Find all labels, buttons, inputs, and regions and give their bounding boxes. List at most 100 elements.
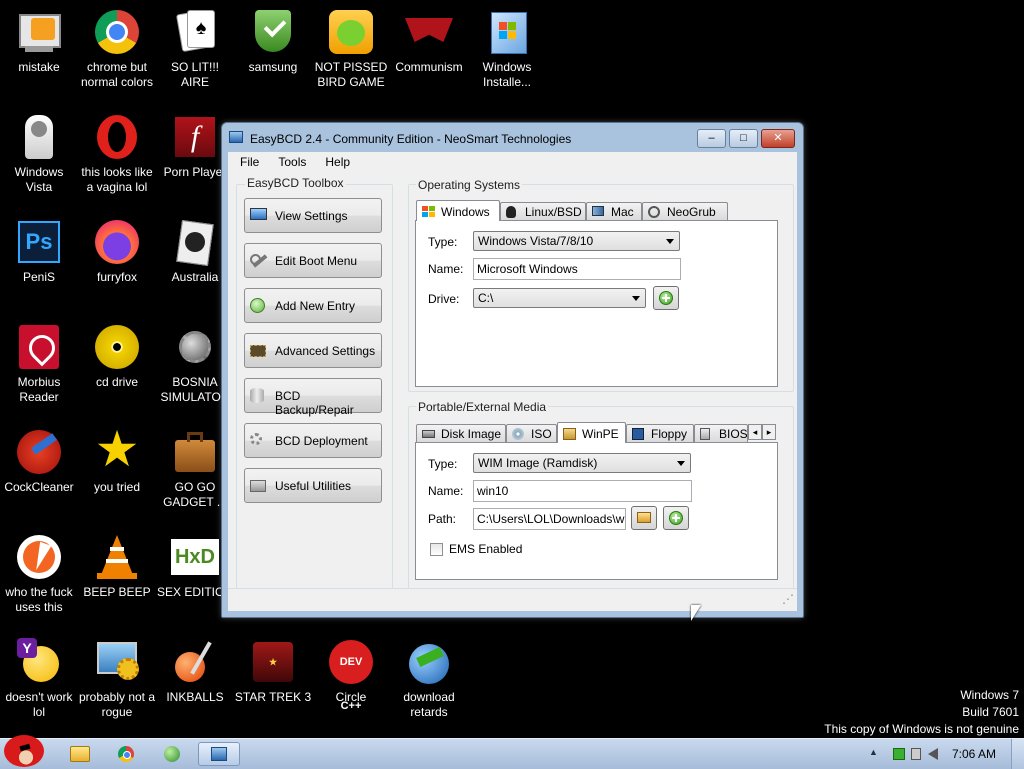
bcd-backup-repair-button[interactable]: BCD Backup/Repair: [244, 378, 382, 417]
tab-label: BIOS: [719, 427, 748, 441]
os-drive-dropdown[interactable]: C:\: [473, 288, 646, 308]
add-media-entry-button[interactable]: [663, 506, 689, 530]
media-name-input[interactable]: win10: [473, 480, 692, 502]
desktop-icon-so-lit[interactable]: ♠ SO LIT!!! AIRE: [156, 0, 234, 90]
media-type-dropdown[interactable]: WIM Image (Ramdisk): [473, 453, 691, 473]
tab-winpe[interactable]: WinPE: [557, 422, 626, 443]
desktop-icon-probably-not-rogue[interactable]: probably not a rogue: [78, 630, 156, 720]
yahoo-messenger-icon: Y: [15, 638, 63, 686]
start-button[interactable]: [0, 733, 52, 769]
menu-file[interactable]: File: [233, 152, 266, 172]
easybcd-app-icon: [229, 131, 243, 145]
desktop-icon-star-trek-3[interactable]: ★ STAR TREK 3: [234, 630, 312, 705]
folder-browse-icon: [637, 512, 651, 523]
menu-tools[interactable]: Tools: [271, 152, 313, 172]
network-icon[interactable]: [911, 748, 921, 760]
spider-solitaire-icon: [171, 218, 219, 267]
taskbar-chrome[interactable]: [106, 742, 146, 766]
desktop-icon-you-tried[interactable]: ★ you tried: [78, 420, 156, 495]
show-hidden-icons-button[interactable]: ▲: [869, 747, 878, 757]
input-value: C:\Users\LOL\Downloads\wir: [477, 512, 626, 526]
tab-mac[interactable]: Mac: [586, 202, 642, 220]
tab-label: NeoGrub: [667, 205, 716, 219]
star-icon: ★: [94, 421, 140, 477]
tab-linux-bsd[interactable]: Linux/BSD: [500, 202, 586, 220]
desktop-icon-windows-vista[interactable]: Windows Vista: [0, 105, 78, 195]
desktop-icon-morbius-reader[interactable]: Morbius Reader: [0, 315, 78, 405]
spiked-mine-icon: [171, 323, 219, 371]
title-bar[interactable]: EasyBCD 2.4 - Community Edition - NeoSma…: [222, 123, 803, 153]
desktop-icon-who-uses-this[interactable]: who the fuck uses this: [0, 525, 78, 615]
menu-help[interactable]: Help: [318, 152, 357, 172]
package-box-icon: [563, 428, 576, 440]
tab-scroll-left-button[interactable]: ◂: [748, 424, 762, 440]
os-type-dropdown[interactable]: Windows Vista/7/8/10: [473, 231, 680, 251]
tab-disk-image[interactable]: Disk Image: [416, 424, 506, 442]
desktop-icon-beep-beep[interactable]: BEEP BEEP: [78, 525, 156, 600]
media-name-label: Name:: [428, 484, 464, 498]
vlc-cone-icon: [93, 533, 141, 581]
tab-label: Mac: [611, 205, 634, 219]
desktop-icon-download-retards[interactable]: download retards: [390, 630, 468, 720]
chrome-icon: [93, 8, 141, 56]
desktop-icon-samsung[interactable]: samsung: [234, 0, 312, 75]
taskbar: ▲ 7:06 AM: [0, 735, 1024, 769]
desktop-icon-label: PeniS: [22, 270, 56, 284]
firefox-icon: [93, 218, 141, 266]
maximize-button[interactable]: □: [729, 129, 758, 148]
taskbar-media-player[interactable]: [152, 742, 192, 766]
taskbar-easybcd-active[interactable]: [198, 742, 240, 766]
desktop-icon-doesnt-work[interactable]: Y doesn't work lol: [0, 630, 78, 720]
angry-bird-start-icon: [4, 735, 44, 767]
volume-icon[interactable]: [928, 748, 938, 760]
disc-icon: [512, 428, 525, 440]
tab-neogrub[interactable]: NeoGrub: [642, 202, 728, 220]
add-new-entry-button[interactable]: Add New Entry: [244, 288, 382, 323]
battery-icon[interactable]: [893, 748, 905, 760]
resize-grip-icon[interactable]: ⋰: [782, 592, 794, 606]
close-button[interactable]: ✕: [761, 129, 795, 148]
desktop-icon-inkballs[interactable]: INKBALLS: [156, 630, 234, 705]
os-tabstrip: Windows Linux/BSD Mac NeoGrub: [416, 200, 776, 221]
clock[interactable]: 7:06 AM: [952, 747, 996, 761]
media-tabstrip: Disk Image ISO WinPE Floppy BIOS ◂ ▸: [416, 422, 776, 443]
tab-floppy[interactable]: Floppy: [626, 424, 694, 442]
tab-scroll-right-button[interactable]: ▸: [762, 424, 776, 440]
desktop-icon-communism[interactable]: Communism: [390, 0, 468, 75]
desktop-icon-penis[interactable]: Ps PeniS: [0, 210, 78, 285]
star-wars-game-icon: ★: [249, 638, 297, 686]
os-name-input[interactable]: Microsoft Windows: [473, 258, 681, 280]
desktop-icon-mistake[interactable]: mistake: [0, 0, 78, 75]
os-drive-label: Drive:: [428, 292, 460, 306]
tab-bios[interactable]: BIOS: [694, 424, 748, 442]
desktop-icon-label: furryfox: [96, 270, 137, 284]
tab-windows[interactable]: Windows: [416, 200, 500, 221]
show-desktop-button[interactable]: [1011, 739, 1024, 769]
media-path-input[interactable]: C:\Users\LOL\Downloads\wir: [473, 508, 626, 530]
desktop-icon-cd-drive[interactable]: cd drive: [78, 315, 156, 390]
desktop-icon-opera[interactable]: this looks like a vagina lol: [78, 105, 156, 195]
bad-piggies-icon: [327, 8, 375, 56]
desktop-icon-furryfox[interactable]: furryfox: [78, 210, 156, 285]
desktop-icon-cockcleaner[interactable]: CockCleaner: [0, 420, 78, 495]
browse-path-button[interactable]: [631, 506, 657, 530]
view-settings-button[interactable]: View Settings: [244, 198, 382, 233]
desktop-icon-circle[interactable]: DEV C++ Circle: [312, 630, 390, 712]
desktop-icon-label: chrome but normal colors: [80, 60, 154, 89]
advanced-settings-button[interactable]: Advanced Settings: [244, 333, 382, 368]
tab-iso[interactable]: ISO: [506, 424, 557, 442]
useful-utilities-button[interactable]: Useful Utilities: [244, 468, 382, 503]
add-os-entry-button[interactable]: [653, 286, 679, 310]
ems-enabled-checkbox[interactable]: [430, 543, 443, 556]
bcd-deployment-button[interactable]: BCD Deployment: [244, 423, 382, 458]
tab-label: Floppy: [651, 427, 688, 441]
tab-label: ISO: [531, 427, 552, 441]
desktop-icon-windows-installer[interactable]: Windows Installe...: [468, 0, 546, 90]
desktop-icon-chrome[interactable]: chrome but normal colors: [78, 0, 156, 90]
desktop-icon-bird-game[interactable]: NOT PISSED BIRD GAME: [312, 0, 390, 90]
edit-boot-menu-button[interactable]: Edit Boot Menu: [244, 243, 382, 278]
taskbar-explorer[interactable]: [60, 742, 100, 766]
minimize-button[interactable]: –: [697, 129, 726, 148]
ccleaner-icon: [15, 428, 63, 476]
briefcase-icon: [171, 428, 219, 476]
